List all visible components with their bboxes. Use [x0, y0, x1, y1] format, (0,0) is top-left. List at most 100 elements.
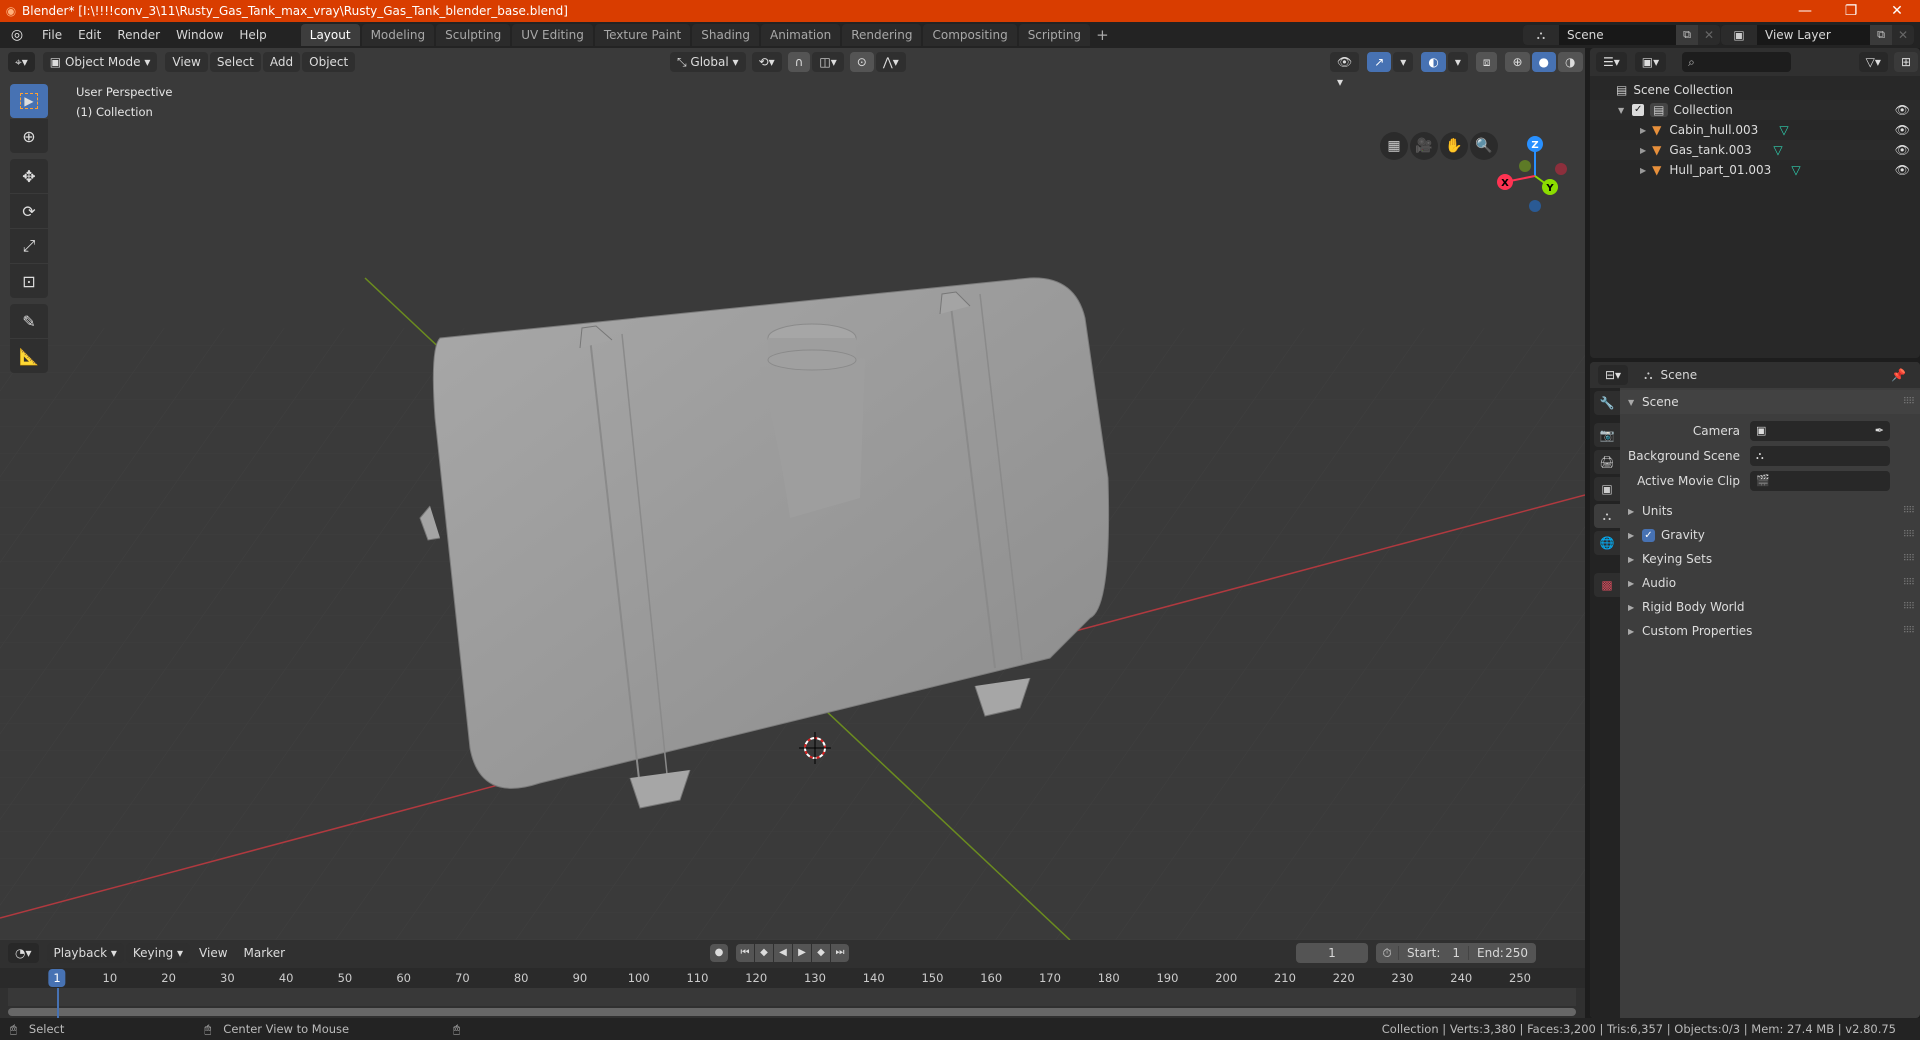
next-keyframe-icon[interactable]: ◆ — [812, 944, 830, 962]
material-shading-icon[interactable]: ◑ — [1558, 52, 1583, 72]
falloff-icon[interactable]: ⋀▾ — [875, 52, 906, 72]
wireframe-shading-icon[interactable]: ⊕ — [1505, 52, 1530, 72]
transform-tool-icon[interactable]: ⊡ — [10, 264, 48, 298]
delete-view-layer-icon[interactable]: ✕ — [1892, 25, 1914, 45]
visibility-icon[interactable]: 👁▾ — [1330, 52, 1360, 89]
menu-render[interactable]: Render — [109, 24, 168, 46]
editor-type-button[interactable]: ⌖▾ — [8, 52, 35, 72]
annotate-tool-icon[interactable]: ✎ — [10, 304, 48, 338]
marker-menu[interactable]: Marker — [237, 943, 292, 963]
delete-scene-icon[interactable]: ✕ — [1698, 25, 1720, 45]
outliner-search-input[interactable]: ⌕ — [1682, 52, 1791, 72]
keying-menu[interactable]: Keying ▾ — [125, 943, 191, 963]
world-tab-icon[interactable]: 🌐 — [1594, 531, 1620, 555]
pan-view-icon[interactable]: ✋ — [1440, 132, 1468, 160]
pivot-point-icon[interactable]: ⟲▾ — [751, 52, 782, 72]
visibility-eye-icon[interactable]: 👁 — [1895, 163, 1910, 177]
scene-selector[interactable]: ⛬ Scene ⧉ ✕ — [1523, 25, 1720, 45]
pin-icon[interactable]: 📌 — [1891, 368, 1906, 382]
scale-tool-icon[interactable]: ⤢ — [10, 229, 48, 263]
mesh-data-icon[interactable]: ▽ — [1779, 123, 1788, 137]
menu-object[interactable]: Object — [302, 52, 356, 72]
texture-tab-icon[interactable]: ▩ — [1594, 573, 1620, 597]
minimize-icon[interactable]: — — [1782, 3, 1828, 19]
view-layer-tab-icon[interactable]: ▣ — [1594, 477, 1620, 501]
restore-icon[interactable]: ❐ — [1828, 3, 1874, 19]
scene-name[interactable]: Scene — [1559, 28, 1676, 42]
select-box-tool-icon[interactable]: ▶ — [10, 84, 48, 118]
drag-grip-icon[interactable]: ⠿⠿ — [1903, 397, 1915, 407]
drag-grip-icon[interactable]: ⠿⠿ — [1903, 554, 1915, 564]
prev-keyframe-icon[interactable]: ◆ — [755, 944, 773, 962]
gizmo-neg-y[interactable] — [1519, 160, 1531, 172]
timeline-editor-type-icon[interactable]: ◔▾ — [8, 943, 39, 963]
tab-sculpting[interactable]: Sculpting — [436, 24, 511, 46]
mesh-data-icon[interactable]: ▽ — [1773, 143, 1782, 157]
outliner-collection-row[interactable]: ▼ ✓ ▤ Collection 👁 — [1590, 100, 1920, 120]
tab-compositing[interactable]: Compositing — [923, 24, 1017, 46]
play-reverse-icon[interactable]: ◀ — [774, 944, 792, 962]
menu-file[interactable]: File — [34, 24, 70, 46]
collapse-arrow-icon[interactable]: ▼ — [1618, 106, 1624, 115]
output-tab-icon[interactable]: 🖨 — [1594, 450, 1620, 474]
mesh-data-icon[interactable]: ▽ — [1791, 163, 1800, 177]
tab-animation[interactable]: Animation — [761, 24, 841, 46]
keying-sets-panel[interactable]: ▶ Keying Sets ⠿⠿ — [1620, 547, 1920, 571]
mode-dropdown[interactable]: ▣ Object Mode ▾ — [42, 52, 158, 72]
camera-view-icon[interactable]: 🎥 — [1410, 132, 1438, 160]
drag-grip-icon[interactable]: ⠿⠿ — [1903, 530, 1915, 540]
overlay-toggle-icon[interactable]: ◐ — [1421, 52, 1446, 72]
drag-grip-icon[interactable]: ⠿⠿ — [1903, 506, 1915, 516]
move-tool-icon[interactable]: ✥ — [10, 159, 48, 193]
cursor-tool-icon[interactable]: ⊕ — [10, 119, 48, 153]
tab-rendering[interactable]: Rendering — [842, 24, 922, 46]
tab-scripting[interactable]: Scripting — [1018, 24, 1091, 46]
eyedropper-icon[interactable]: ✒ — [1875, 424, 1884, 437]
tab-modeling[interactable]: Modeling — [361, 24, 435, 46]
outliner-object-row[interactable]: ▶ ▼ Hull_part_01.003 ▽ 👁 — [1590, 160, 1920, 180]
display-mode-icon[interactable]: ▣▾ — [1634, 52, 1667, 72]
gravity-checkbox[interactable]: ✓ — [1642, 528, 1655, 542]
collection-checkbox[interactable]: ✓ — [1632, 104, 1645, 116]
drag-grip-icon[interactable]: ⠿⠿ — [1903, 578, 1915, 588]
overlay-dropdown[interactable]: ▾ — [1447, 52, 1468, 72]
blender-menu-icon[interactable]: ◎ — [0, 27, 34, 43]
view-layer-name[interactable]: View Layer — [1757, 28, 1870, 42]
snap-toggle-icon[interactable]: ∩ — [787, 52, 811, 72]
gravity-panel[interactable]: ▶ ✓ Gravity ⠿⠿ — [1620, 523, 1920, 547]
xray-toggle-icon[interactable]: ⧈ — [1475, 52, 1498, 72]
solid-shading-icon[interactable]: ● — [1531, 52, 1557, 72]
properties-editor-type-icon[interactable]: ⊟▾ — [1598, 365, 1629, 385]
active-movie-clip-field[interactable]: 🎬 — [1750, 470, 1890, 491]
timeline-scrollbar[interactable] — [8, 1008, 1576, 1016]
current-frame-field[interactable]: 1 — [1296, 943, 1368, 963]
custom-properties-panel[interactable]: ▶ Custom Properties ⠿⠿ — [1620, 619, 1920, 643]
jump-start-icon[interactable]: ⏮ — [736, 944, 754, 962]
rotate-tool-icon[interactable]: ⟳ — [10, 194, 48, 228]
new-view-layer-icon[interactable]: ⧉ — [1870, 25, 1892, 45]
start-frame-field[interactable]: Start: 1 — [1398, 946, 1468, 960]
3d-viewport[interactable]: ⌖▾ ▣ Object Mode ▾ View Select Add Objec… — [0, 48, 1585, 940]
toggle-camera-grid-icon[interactable]: ▦ — [1380, 132, 1408, 160]
units-panel[interactable]: ▶ Units ⠿⠿ — [1620, 499, 1920, 523]
visibility-eye-icon[interactable]: 👁 — [1895, 103, 1910, 117]
close-icon[interactable]: ✕ — [1874, 3, 1920, 19]
outliner-editor-type-icon[interactable]: ☰▾ — [1596, 52, 1627, 72]
visibility-eye-icon[interactable]: 👁 — [1895, 143, 1910, 157]
outliner-object-row[interactable]: ▶ ▼ Gas_tank.003 ▽ 👁 — [1590, 140, 1920, 160]
outliner-scene-collection[interactable]: ▤ Scene Collection — [1590, 80, 1920, 100]
measure-tool-icon[interactable]: 📐 — [10, 339, 48, 373]
add-workspace-button[interactable]: + — [1090, 26, 1115, 44]
audio-panel[interactable]: ▶ Audio ⠿⠿ — [1620, 571, 1920, 595]
play-icon[interactable]: ▶ — [793, 944, 811, 962]
drag-grip-icon[interactable]: ⠿⠿ — [1903, 626, 1915, 636]
stopwatch-icon[interactable]: ⏱ — [1376, 946, 1398, 961]
timeline-ruler[interactable]: 1 10 20 30 40 50 60 70 80 90 100 110 120 130 140 150 160… — [0, 968, 1585, 988]
snap-target-icon[interactable]: ◫▾ — [812, 52, 844, 72]
timeline-tracks[interactable] — [8, 988, 1576, 1006]
gizmo-dropdown[interactable]: ▾ — [1393, 52, 1414, 72]
rigid-body-world-panel[interactable]: ▶ Rigid Body World ⠿⠿ — [1620, 595, 1920, 619]
scene-tab-icon[interactable]: ⛬ — [1594, 504, 1620, 528]
tab-uv-editing[interactable]: UV Editing — [512, 24, 593, 46]
filter-icon[interactable]: ▽▾ — [1858, 52, 1888, 72]
